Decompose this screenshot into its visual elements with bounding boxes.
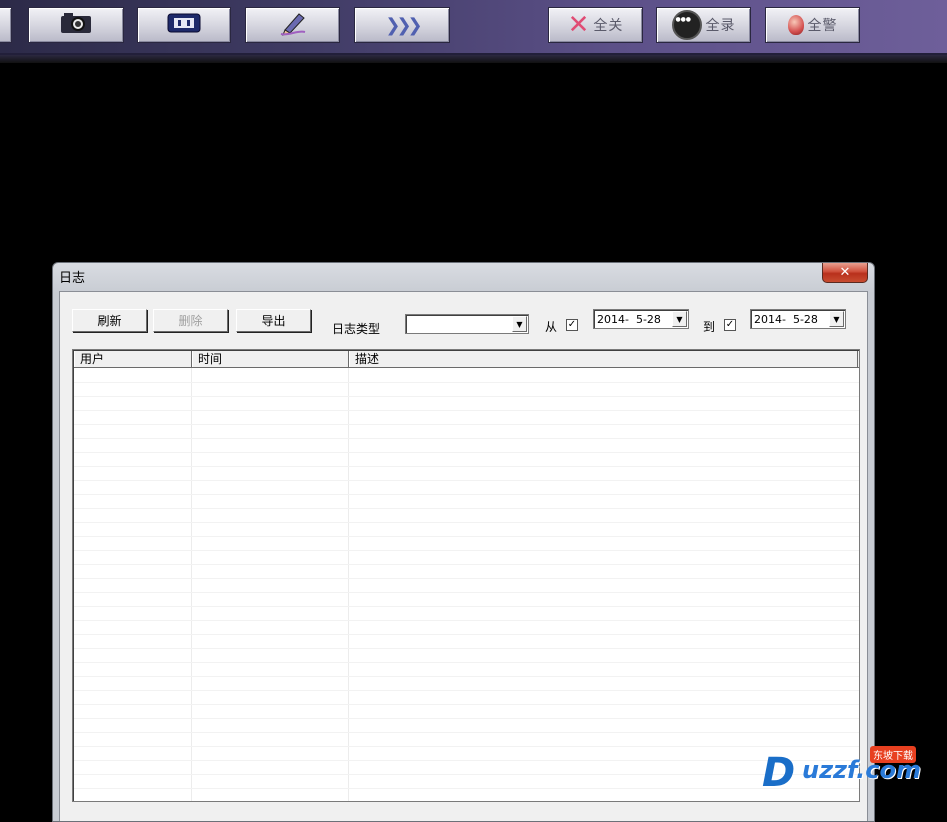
row-gridline — [74, 760, 859, 761]
to-date-picker[interactable]: 2014- 5-28 ▼ — [750, 309, 846, 329]
column-gridline — [191, 368, 192, 801]
row-gridline — [74, 452, 859, 453]
close-all-label: 全关 — [593, 18, 624, 34]
dialog-client-area: 刷新 删除 导出 日志类型 ▼ 从 ✓ 2014- 5-28 ▼ 到 ✓ 201… — [59, 291, 868, 821]
to-checkbox[interactable]: ✓ — [724, 319, 736, 331]
row-gridline — [74, 480, 859, 481]
row-gridline — [74, 788, 859, 789]
row-gridline — [74, 550, 859, 551]
record-button[interactable] — [137, 7, 231, 43]
row-gridline — [74, 382, 859, 383]
pen-icon — [275, 10, 311, 40]
alarm-all-button[interactable]: 全警 — [765, 7, 860, 43]
close-icon: ✕ — [839, 265, 851, 280]
column-header-time[interactable]: 时间 — [192, 351, 349, 367]
camera-icon — [58, 11, 94, 39]
main-toolbar: ❯❯❯ ✕ 全关 全录 全警 — [0, 0, 947, 63]
row-gridline — [74, 732, 859, 733]
toolbar-edge-button[interactable] — [0, 7, 12, 43]
edit-button[interactable] — [245, 7, 340, 43]
row-gridline — [74, 536, 859, 537]
record-all-label: 全录 — [705, 18, 736, 34]
from-checkbox[interactable]: ✓ — [566, 319, 578, 331]
row-gridline — [74, 746, 859, 747]
record-all-button[interactable]: 全录 — [656, 7, 751, 43]
from-date-picker[interactable]: 2014- 5-28 ▼ — [593, 309, 689, 329]
dialog-close-button[interactable]: ✕ — [822, 263, 868, 283]
row-gridline — [74, 522, 859, 523]
close-all-button[interactable]: ✕ 全关 — [548, 7, 643, 43]
log-dialog: 日志 ✕ 刷新 删除 导出 日志类型 ▼ 从 ✓ 2014- 5-28 ▼ 到 … — [52, 262, 875, 822]
row-gridline — [74, 774, 859, 775]
alarm-icon — [787, 15, 804, 35]
film-reel-icon — [671, 10, 702, 40]
chevron-down-icon[interactable]: ▼ — [829, 311, 844, 327]
refresh-button[interactable]: 刷新 — [72, 309, 147, 332]
log-type-label: 日志类型 — [332, 322, 381, 336]
column-gridline — [348, 368, 349, 801]
export-button[interactable]: 导出 — [236, 309, 311, 332]
row-gridline — [74, 648, 859, 649]
chevron-down-icon[interactable]: ▼ — [672, 311, 687, 327]
column-header-description[interactable]: 描述 — [349, 351, 858, 367]
watermark-logo: D uzzf.com 东坡下载 — [762, 742, 944, 798]
row-gridline — [74, 494, 859, 495]
row-gridline — [74, 620, 859, 621]
row-gridline — [74, 438, 859, 439]
row-gridline — [74, 564, 859, 565]
next-page-button[interactable]: ❯❯❯ — [354, 7, 450, 43]
row-gridline — [74, 634, 859, 635]
row-gridline — [74, 592, 859, 593]
watermark-mark: D — [762, 750, 796, 796]
delete-button[interactable]: 删除 — [153, 309, 228, 332]
list-header: 用户 时间 描述 — [74, 351, 859, 368]
from-label: 从 — [545, 320, 558, 334]
row-gridline — [74, 410, 859, 411]
row-gridline — [74, 424, 859, 425]
log-list-view[interactable]: 用户 时间 描述 — [72, 349, 860, 802]
column-header-user[interactable]: 用户 — [74, 351, 192, 367]
next-icon: ❯❯❯ — [385, 14, 422, 36]
row-gridline — [74, 466, 859, 467]
log-type-select[interactable]: ▼ — [405, 314, 529, 334]
list-body — [74, 368, 859, 801]
snapshot-button[interactable] — [28, 7, 124, 43]
to-label: 到 — [703, 320, 716, 334]
video-record-icon — [166, 11, 202, 39]
row-gridline — [74, 396, 859, 397]
row-gridline — [74, 676, 859, 677]
from-date-value: 2014- 5-28 — [597, 312, 661, 326]
dialog-title: 日志 — [59, 271, 86, 286]
close-all-icon: ✕ — [567, 10, 590, 40]
chevron-down-icon[interactable]: ▼ — [512, 316, 527, 332]
row-gridline — [74, 578, 859, 579]
row-gridline — [74, 718, 859, 719]
row-gridline — [74, 662, 859, 663]
row-gridline — [74, 704, 859, 705]
row-gridline — [74, 606, 859, 607]
row-gridline — [74, 690, 859, 691]
watermark-tag: 东坡下载 — [870, 746, 916, 763]
to-date-value: 2014- 5-28 — [754, 312, 818, 326]
row-gridline — [74, 508, 859, 509]
alarm-all-label: 全警 — [807, 18, 838, 34]
